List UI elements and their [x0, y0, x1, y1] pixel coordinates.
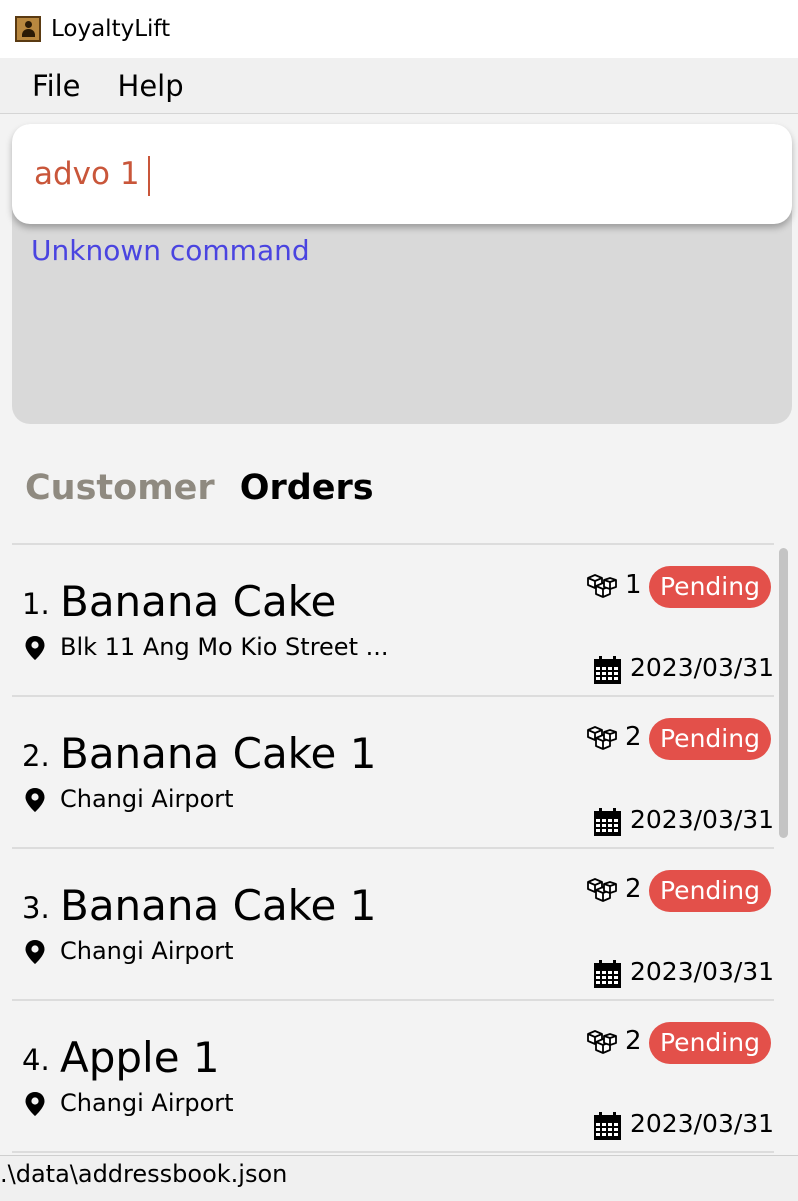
status-badge: Pending: [649, 718, 771, 760]
order-quantity: 2: [625, 874, 642, 904]
address-book-icon: [15, 16, 41, 42]
menu-help[interactable]: Help: [118, 69, 184, 103]
command-box: [12, 124, 792, 224]
location-pin-icon: [25, 940, 45, 964]
order-quantity: 2: [625, 1026, 642, 1056]
tab-customer[interactable]: Customer: [25, 468, 215, 508]
status-badge: Pending: [649, 1022, 771, 1064]
order-name: Banana Cake 1: [60, 881, 377, 930]
data-file-path: .\data\addressbook.json: [0, 1160, 288, 1188]
boxes-icon: [587, 574, 617, 598]
tab-orders[interactable]: Orders: [240, 468, 374, 508]
order-quantity: 2: [625, 722, 642, 752]
title-bar: LoyaltyLift: [0, 0, 798, 58]
order-date: 2023/03/31: [630, 805, 774, 834]
location-pin-icon: [25, 1092, 45, 1116]
order-index: 2.: [22, 739, 50, 773]
tab-bar: Customer Orders: [25, 468, 399, 508]
order-name: Apple 1: [60, 1033, 220, 1082]
list-item[interactable]: 3. Banana Cake 1 Changi Airport 2 Pendin…: [12, 849, 774, 1001]
order-list[interactable]: 1. Banana Cake Blk 11 Ang Mo Kio Street …: [12, 543, 774, 1157]
boxes-icon: [587, 878, 617, 902]
order-index: 3.: [22, 891, 50, 925]
boxes-icon: [587, 1030, 617, 1054]
status-bar: .\data\addressbook.json: [0, 1155, 798, 1201]
location-pin-icon: [25, 636, 45, 660]
menu-file[interactable]: File: [32, 69, 81, 103]
calendar-icon: [594, 960, 621, 988]
order-date: 2023/03/31: [630, 957, 774, 986]
calendar-icon: [594, 1112, 621, 1140]
order-address: Changi Airport: [60, 937, 234, 965]
order-index: 1.: [22, 587, 50, 621]
boxes-icon: [587, 726, 617, 750]
order-index: 4.: [22, 1043, 50, 1077]
order-address: Blk 11 Ang Mo Kio Street ...: [60, 633, 389, 661]
order-date: 2023/03/31: [630, 653, 774, 682]
list-item[interactable]: 1. Banana Cake Blk 11 Ang Mo Kio Street …: [12, 545, 774, 697]
text-caret: [148, 156, 150, 196]
order-quantity: 1: [625, 570, 642, 600]
list-item[interactable]: 4. Apple 1 Changi Airport 2 Pending 2023…: [12, 1001, 774, 1153]
command-input[interactable]: [34, 152, 754, 196]
list-scrollbar[interactable]: [779, 548, 788, 838]
window-title: LoyaltyLift: [51, 16, 171, 42]
list-item[interactable]: 2. Banana Cake 1 Changi Airport 2 Pendin…: [12, 697, 774, 849]
order-name: Banana Cake: [60, 577, 337, 626]
menu-bar: File Help: [0, 58, 798, 114]
result-message: Unknown command: [31, 234, 310, 267]
command-panel: Unknown command: [12, 124, 792, 424]
calendar-icon: [594, 808, 621, 836]
order-address: Changi Airport: [60, 1089, 234, 1117]
location-pin-icon: [25, 788, 45, 812]
order-address: Changi Airport: [60, 785, 234, 813]
order-date: 2023/03/31: [630, 1109, 774, 1138]
calendar-icon: [594, 656, 621, 684]
status-badge: Pending: [649, 566, 771, 608]
status-badge: Pending: [649, 870, 771, 912]
order-name: Banana Cake 1: [60, 729, 377, 778]
